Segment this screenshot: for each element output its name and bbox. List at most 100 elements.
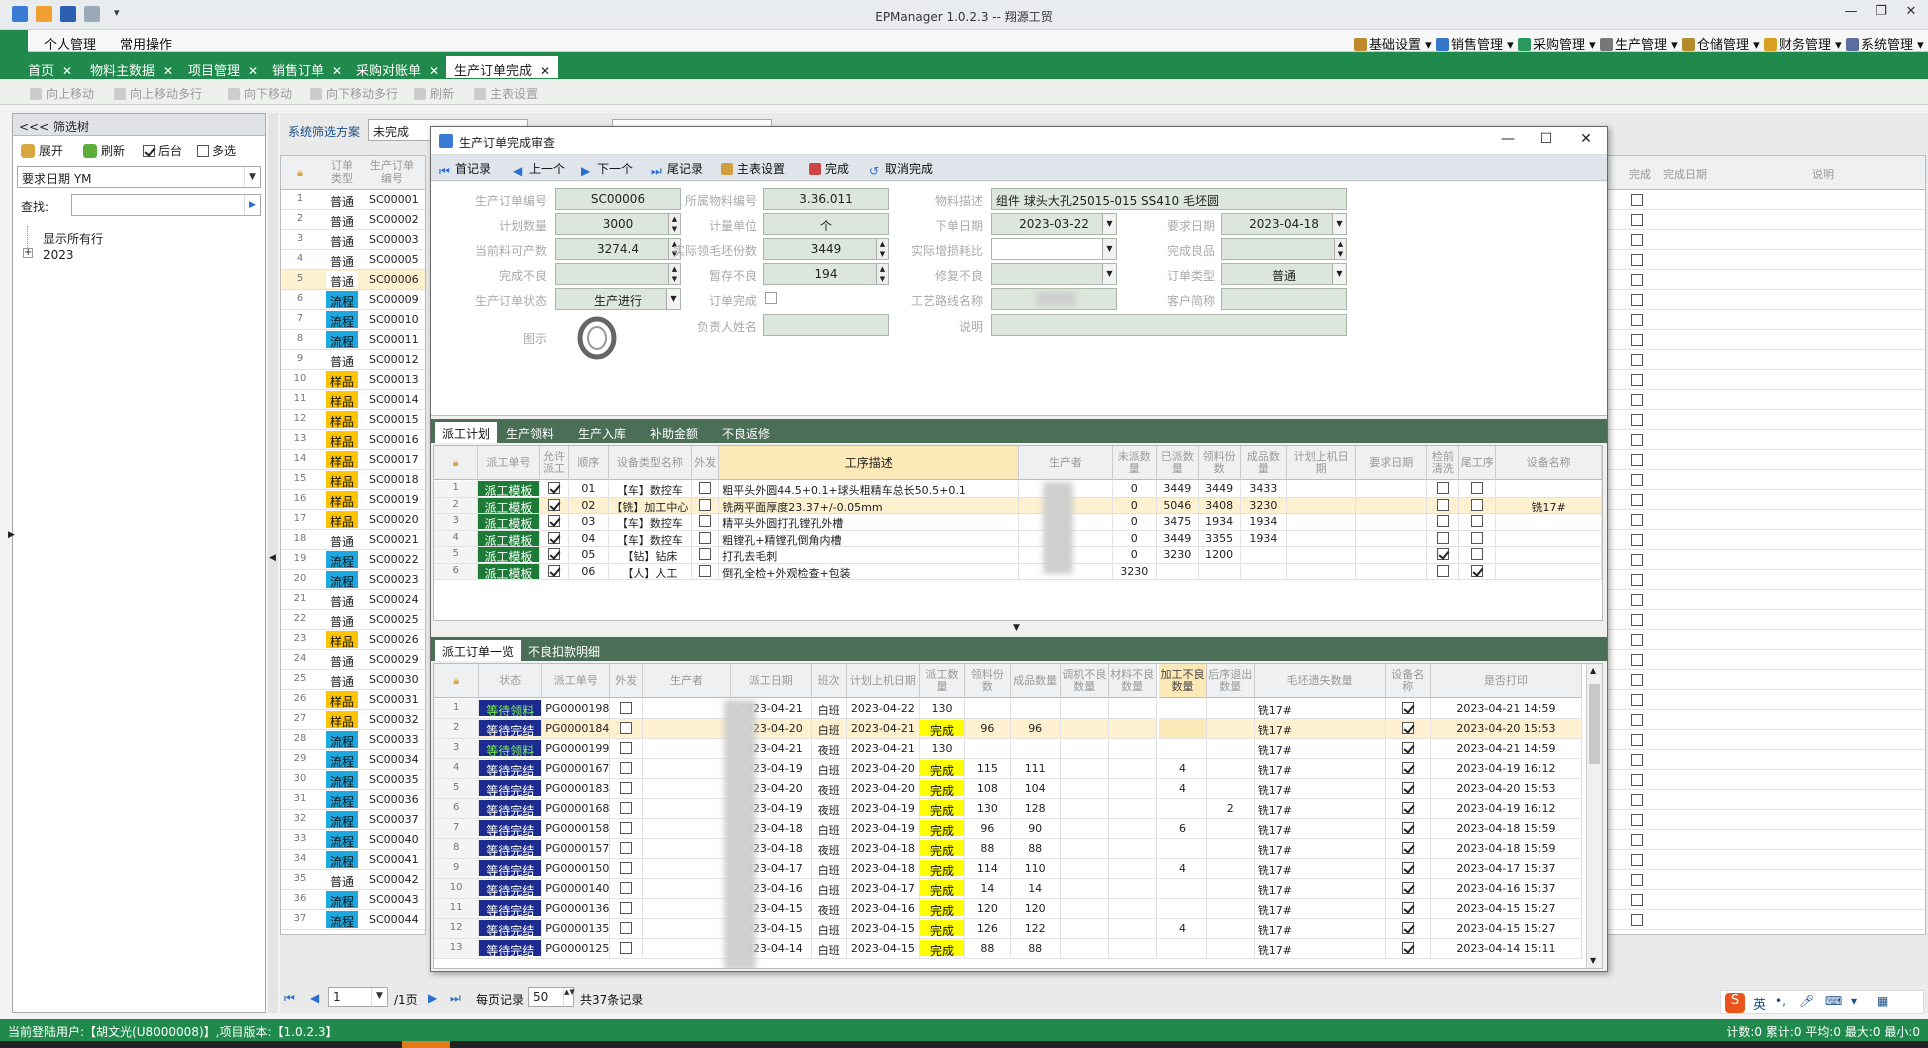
menu-warehouse[interactable]: 仓储管理 ▾	[1682, 34, 1760, 53]
move-down-multi-button[interactable]: 向下移动多行	[310, 85, 398, 102]
taskbar-item[interactable]	[402, 1041, 450, 1048]
dialog-minimize-button[interactable]: —	[1493, 131, 1523, 147]
punctuation-icon[interactable]: •,	[1775, 994, 1786, 1008]
done-checkbox[interactable]	[1631, 794, 1643, 806]
filter-tree-header[interactable]: <<< 筛选树	[13, 114, 265, 136]
tab-production-complete[interactable]: 生产订单完成 ✕	[446, 56, 559, 79]
table-row[interactable]: 9 普通 SC00012	[281, 350, 425, 370]
done-checkbox[interactable]	[1631, 854, 1643, 866]
done-checkbox[interactable]	[1631, 214, 1643, 226]
menu-finance[interactable]: 财务管理 ▾	[1764, 34, 1842, 53]
dispatch-col-header[interactable]: 后序退出数量	[1206, 664, 1255, 698]
prev-record-button[interactable]: ◀ 上一个	[513, 160, 565, 178]
done-checkbox[interactable]	[1631, 734, 1643, 746]
plan-col-header[interactable]: 允许派工	[539, 446, 570, 480]
close-icon[interactable]: ✕	[429, 64, 439, 78]
expand-arrow-icon[interactable]: ▶	[8, 530, 15, 540]
checkbox[interactable]	[699, 482, 712, 494]
done-checkbox[interactable]	[1631, 494, 1643, 506]
plan-col-header[interactable]: 顺序	[569, 446, 609, 480]
plan-col-header[interactable]: 派工单号	[478, 446, 540, 480]
plan-col-header[interactable]: 成品数量	[1240, 446, 1288, 480]
chevron-down-icon[interactable]: ▼	[371, 988, 387, 1006]
checkbox[interactable]	[1436, 515, 1449, 527]
done-checkbox[interactable]	[1631, 574, 1643, 586]
chevron-down-icon[interactable]: ▼	[1332, 214, 1346, 234]
checkbox-checked[interactable]	[547, 531, 560, 544]
done-checkbox[interactable]	[1631, 614, 1643, 626]
dispatch-col-header[interactable]: 外发	[610, 664, 643, 698]
checkbox[interactable]	[620, 702, 633, 714]
done-checkbox[interactable]	[1631, 594, 1643, 606]
menu-sales[interactable]: 销售管理 ▾	[1436, 34, 1514, 53]
done-checkbox[interactable]	[1631, 474, 1643, 486]
tree-refresh-button[interactable]: 刷新	[83, 142, 125, 159]
minimize-button[interactable]: —	[1836, 4, 1866, 24]
checkbox[interactable]	[1436, 531, 1449, 544]
plan-col-header[interactable]: 外发	[692, 446, 720, 480]
checkbox-checked[interactable]	[547, 515, 560, 527]
table-row[interactable]: 5 普通 SC00006	[281, 270, 425, 290]
done-checkbox[interactable]	[1631, 394, 1643, 406]
complete-button[interactable]: 完成	[809, 160, 849, 177]
tab-purchase-statement[interactable]: 采购对账单 ✕	[348, 56, 447, 79]
table-row[interactable]: 3 普通 SC00003	[281, 230, 425, 250]
prev-page-icon[interactable]: ◀	[310, 991, 319, 1005]
table-row[interactable]: 23 样品 SC00026	[281, 630, 425, 650]
move-up-multi-button[interactable]: 向上移动多行	[114, 85, 202, 102]
customer-field[interactable]	[1221, 288, 1347, 310]
table-row[interactable]: 1 普通 SC00001	[281, 190, 425, 210]
table-row[interactable]: 36 流程 SC00043	[281, 890, 425, 910]
table-row[interactable]: 7 流程 SC00010	[281, 310, 425, 330]
done-checkbox[interactable]	[1631, 514, 1643, 526]
done-checkbox[interactable]	[1631, 654, 1643, 666]
menu-personal[interactable]: 个人管理	[44, 34, 96, 53]
checkbox-checked[interactable]	[1401, 782, 1414, 794]
per-page-input[interactable]: 50 ▲▼	[528, 987, 575, 1007]
scroll-down-icon[interactable]: ▼	[1590, 956, 1596, 965]
done-checkbox[interactable]	[1631, 914, 1643, 926]
done-checkbox[interactable]	[1631, 454, 1643, 466]
table-row[interactable]: 29 流程 SC00034	[281, 750, 425, 770]
spinner-icon[interactable]: ▲▼	[563, 988, 575, 1006]
plan-col-header[interactable]: 设备名称	[1496, 446, 1602, 480]
tab-bad-deduction[interactable]: 不良扣款明细	[521, 640, 607, 661]
move-down-button[interactable]: 向下移动	[228, 85, 292, 102]
last-page-icon[interactable]: ⏭	[450, 991, 461, 1006]
done-checkbox[interactable]	[1631, 774, 1643, 786]
dispatch-col-header[interactable]: 班次	[811, 664, 847, 698]
done-checkbox[interactable]	[1631, 554, 1643, 566]
plan-col-header[interactable]: 尾工序	[1459, 446, 1497, 480]
checkbox[interactable]	[620, 822, 633, 834]
tab-subsidy[interactable]: 补助金额	[643, 422, 705, 443]
done-checkbox[interactable]	[1631, 194, 1643, 206]
table-row[interactable]: 28 流程 SC00033	[281, 730, 425, 750]
col-note[interactable]: 说明	[1812, 166, 1834, 182]
col-order-type[interactable]: 订单类型	[326, 159, 358, 185]
chevron-down-icon[interactable]: ▼	[1332, 264, 1346, 284]
checkbox[interactable]	[1436, 564, 1449, 577]
checkbox-checked[interactable]	[1401, 862, 1414, 874]
good-qty-field[interactable]: ▲ ▼	[1221, 238, 1347, 260]
note-field[interactable]	[991, 314, 1347, 336]
collapse-arrow-icon[interactable]: ◀	[269, 553, 276, 563]
group-by-combo[interactable]: 要求日期 YM ▼	[17, 166, 261, 188]
table-row[interactable]: 33 流程 SC00040	[281, 830, 425, 850]
checkbox[interactable]	[1436, 482, 1449, 494]
first-record-button[interactable]: ⏮ 首记录	[439, 160, 491, 178]
checkbox[interactable]	[1471, 498, 1484, 511]
checkbox-checked[interactable]	[1401, 822, 1414, 834]
expand-button[interactable]: 展开	[21, 142, 63, 159]
dispatch-col-header[interactable]: 派工单号	[542, 664, 611, 698]
checkbox[interactable]	[620, 902, 633, 914]
checkbox-checked[interactable]	[143, 145, 155, 157]
plan-col-header[interactable]: 工序描述	[719, 446, 1020, 480]
dispatch-col-header[interactable]: 调机不良数量	[1060, 664, 1109, 698]
multi-select-checkbox[interactable]: 多选	[197, 142, 236, 159]
table-row[interactable]: 12 样品 SC00015	[281, 410, 425, 430]
col-done[interactable]: 完成	[1629, 166, 1651, 182]
req-date-field[interactable]: 2023-04-18 ▼	[1221, 213, 1347, 235]
tab-dispatch-list[interactable]: 派工订单一览	[435, 640, 522, 661]
last-record-button[interactable]: ⏭ 尾记录	[651, 160, 703, 178]
done-checkbox[interactable]	[1631, 434, 1643, 446]
